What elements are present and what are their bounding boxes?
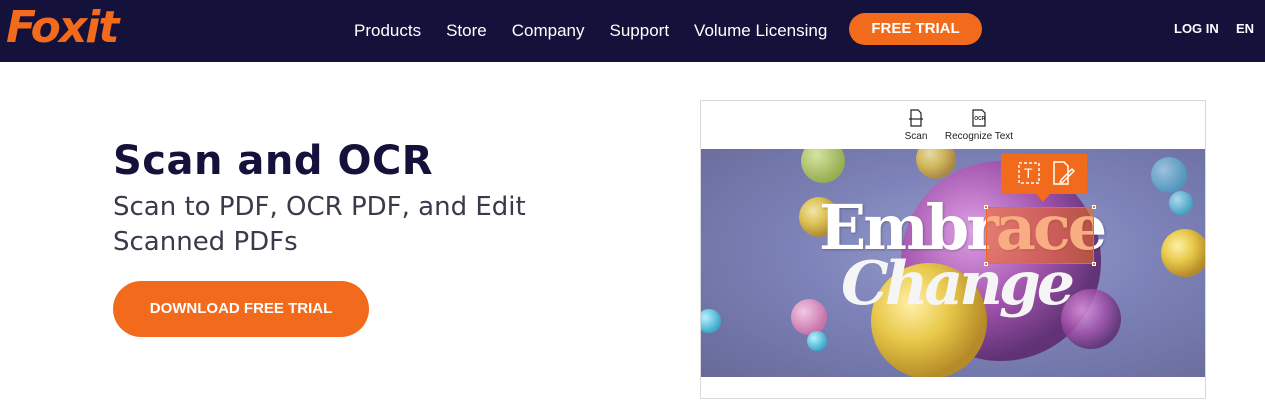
ocr-icon-text: OCR [974, 116, 986, 122]
main-nav: Products Store Company Support Volume Li… [354, 0, 852, 62]
selection-handle-top-left[interactable] [984, 205, 988, 209]
product-preview: Scan OCR Recognize Text Embrace Change T [700, 100, 1206, 399]
selection-handle-bottom-right[interactable] [1092, 262, 1096, 266]
login-link[interactable]: LOG IN [1174, 21, 1219, 36]
nav-company[interactable]: Company [512, 21, 585, 41]
sample-image: Embrace Change T [701, 149, 1205, 377]
nav-volume-licensing[interactable]: Volume Licensing [694, 21, 827, 41]
text-box-icon[interactable]: T [1018, 162, 1040, 184]
preview-footer [701, 377, 1205, 398]
nav-store[interactable]: Store [446, 21, 487, 41]
scan-icon [909, 109, 923, 127]
language-selector[interactable]: EN [1236, 21, 1254, 36]
edit-document-icon[interactable] [1053, 161, 1075, 185]
page-title: Scan and OCR [113, 138, 434, 184]
svg-text:T: T [1024, 165, 1033, 181]
top-navigation-bar: Foxit Products Store Company Support Vol… [0, 0, 1265, 62]
popup-icons: T [1018, 161, 1075, 185]
download-free-trial-button[interactable]: DOWNLOAD FREE TRIAL [113, 281, 369, 337]
foxit-logo[interactable]: Foxit [6, 2, 124, 56]
scan-label: Scan [904, 131, 928, 142]
change-text: Change [841, 249, 1075, 319]
recognize-text-label: Recognize Text [944, 131, 1014, 142]
ocr-icon: OCR [972, 109, 986, 127]
recognize-text-tool[interactable]: OCR Recognize Text [939, 109, 1019, 142]
preview-toolbar: Scan OCR Recognize Text [701, 101, 1205, 149]
nav-products[interactable]: Products [354, 21, 421, 41]
scan-tool[interactable]: Scan [898, 109, 934, 142]
popup-arrow [1036, 194, 1050, 202]
edit-popup: T [1001, 154, 1087, 194]
nav-support[interactable]: Support [610, 21, 670, 41]
selection-handle-top-right[interactable] [1092, 205, 1096, 209]
free-trial-button[interactable]: FREE TRIAL [849, 13, 982, 45]
page-subtitle: Scan to PDF, OCR PDF, and Edit Scanned P… [113, 192, 526, 257]
